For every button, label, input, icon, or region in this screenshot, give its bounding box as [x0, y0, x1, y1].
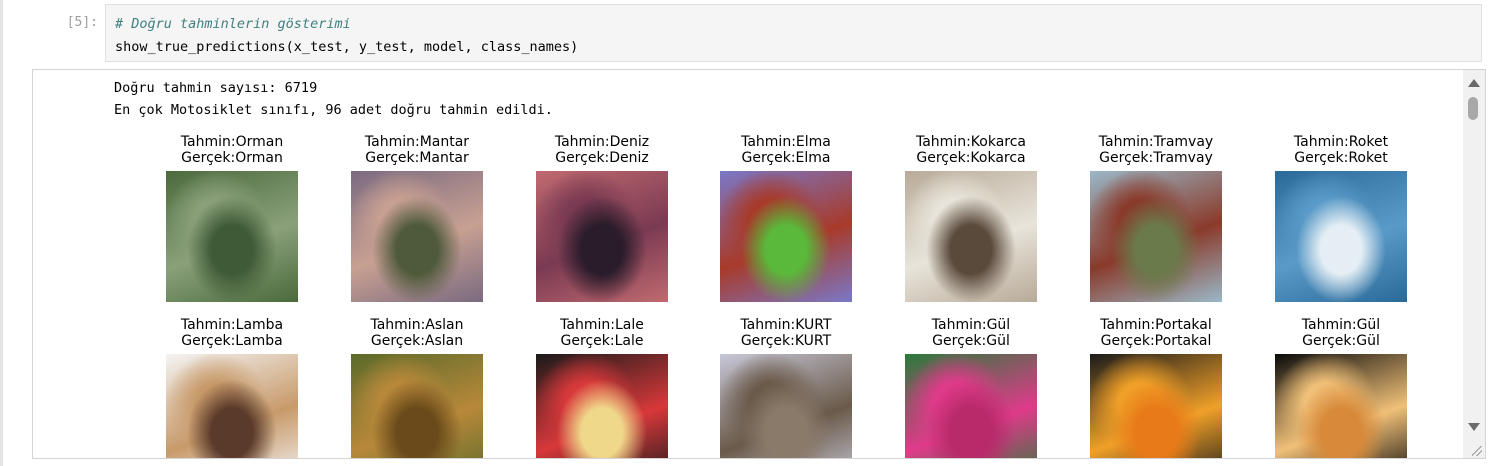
sample-image [351, 171, 483, 302]
predicted-label: Tahmin:Portakal [1100, 317, 1212, 333]
sample-image [1090, 354, 1222, 458]
scroll-down-arrow-icon[interactable] [1468, 423, 1480, 431]
prediction-item: Tahmin:Elma Gerçek:Elma [686, 134, 886, 302]
prediction-item: Tahmin:Orman Gerçek:Orman [132, 134, 332, 302]
sample-image [166, 354, 298, 458]
predicted-label: Tahmin:Aslan [370, 317, 464, 333]
predicted-label: Tahmin:Tramvay [1098, 134, 1214, 150]
true-label: Gerçek:KURT [740, 333, 832, 349]
predicted-label: Tahmin:Mantar [364, 134, 470, 150]
sample-image [905, 171, 1037, 302]
prediction-item: Tahmin:Gül Gerçek:Gül [1241, 317, 1441, 458]
predicted-label: Tahmin:Roket [1293, 134, 1389, 150]
prediction-item: Tahmin:Lale Gerçek:Lale [502, 317, 702, 458]
cell-output: Doğru tahmin sayısı: 6719 En çok Motosik… [32, 69, 1486, 459]
prediction-item: Tahmin:Deniz Gerçek:Deniz [502, 134, 702, 302]
sample-image [720, 171, 852, 302]
cell-focus-rule [0, 0, 3, 466]
sample-image [1275, 354, 1407, 458]
true-label: Gerçek:Lamba [181, 333, 283, 349]
code-input[interactable]: # Doğru tahminlerin gösterimi show_true_… [105, 4, 1482, 62]
true-label: Gerçek:Aslan [370, 333, 464, 349]
true-label: Gerçek:Deniz [555, 150, 649, 166]
sample-image [536, 171, 668, 302]
true-label: Gerçek:Mantar [365, 150, 469, 166]
predicted-label: Tahmin:Gül [1301, 317, 1381, 333]
true-label: Gerçek:Kokarca [916, 150, 1026, 166]
predicted-label: Tahmin:Deniz [554, 134, 650, 150]
true-label: Gerçek:Elma [741, 150, 831, 166]
true-label: Gerçek:Portakal [1100, 333, 1212, 349]
execution-count: [5]: [66, 15, 98, 30]
scroll-up-arrow-icon[interactable] [1468, 79, 1480, 87]
prediction-item: Tahmin:Lamba Gerçek:Lamba [132, 317, 332, 458]
true-label: Gerçek:Roket [1294, 150, 1388, 166]
resize-grip-icon[interactable] [1472, 446, 1482, 456]
predicted-label: Tahmin:Elma [741, 134, 831, 150]
sample-image [536, 354, 668, 458]
predicted-label: Tahmin:Lamba [180, 317, 284, 333]
sample-image [1090, 171, 1222, 302]
true-label: Gerçek:Gül [1302, 333, 1380, 349]
sample-image [166, 171, 298, 302]
prediction-item: Tahmin:Portakal Gerçek:Portakal [1056, 317, 1256, 458]
sample-image [905, 354, 1037, 458]
sample-image [1275, 171, 1407, 302]
prediction-item: Tahmin:Tramvay Gerçek:Tramvay [1056, 134, 1256, 302]
prediction-item: Tahmin:Kokarca Gerçek:Kokarca [871, 134, 1071, 302]
predicted-label: Tahmin:Lale [560, 317, 644, 333]
prediction-item: Tahmin:Roket Gerçek:Roket [1241, 134, 1441, 302]
predicted-label: Tahmin:KURT [740, 317, 832, 333]
predicted-label: Tahmin:Orman [180, 134, 284, 150]
output-scrollbar[interactable] [1463, 70, 1485, 458]
true-label: Gerçek:Orman [181, 150, 283, 166]
prediction-item: Tahmin:Mantar Gerçek:Mantar [317, 134, 517, 302]
prediction-item: Tahmin:Gül Gerçek:Gül [871, 317, 1071, 458]
prediction-item: Tahmin:KURT Gerçek:KURT [686, 317, 886, 458]
code-comment: # Doğru tahminlerin gösterimi [115, 16, 351, 32]
true-label: Gerçek:Gül [932, 333, 1010, 349]
sample-image [720, 354, 852, 458]
code-call: show_true_predictions(x_test, y_test, mo… [115, 39, 579, 55]
true-label: Gerçek:Lale [560, 333, 644, 349]
prediction-grid: Tahmin:Orman Gerçek:Orman Tahmin:Mantar Ger… [33, 70, 1463, 458]
prediction-item: Tahmin:Aslan Gerçek:Aslan [317, 317, 517, 458]
true-label: Gerçek:Tramvay [1099, 150, 1213, 166]
scroll-thumb[interactable] [1468, 97, 1478, 120]
predicted-label: Tahmin:Gül [931, 317, 1011, 333]
sample-image [351, 354, 483, 458]
predicted-label: Tahmin:Kokarca [915, 134, 1027, 150]
